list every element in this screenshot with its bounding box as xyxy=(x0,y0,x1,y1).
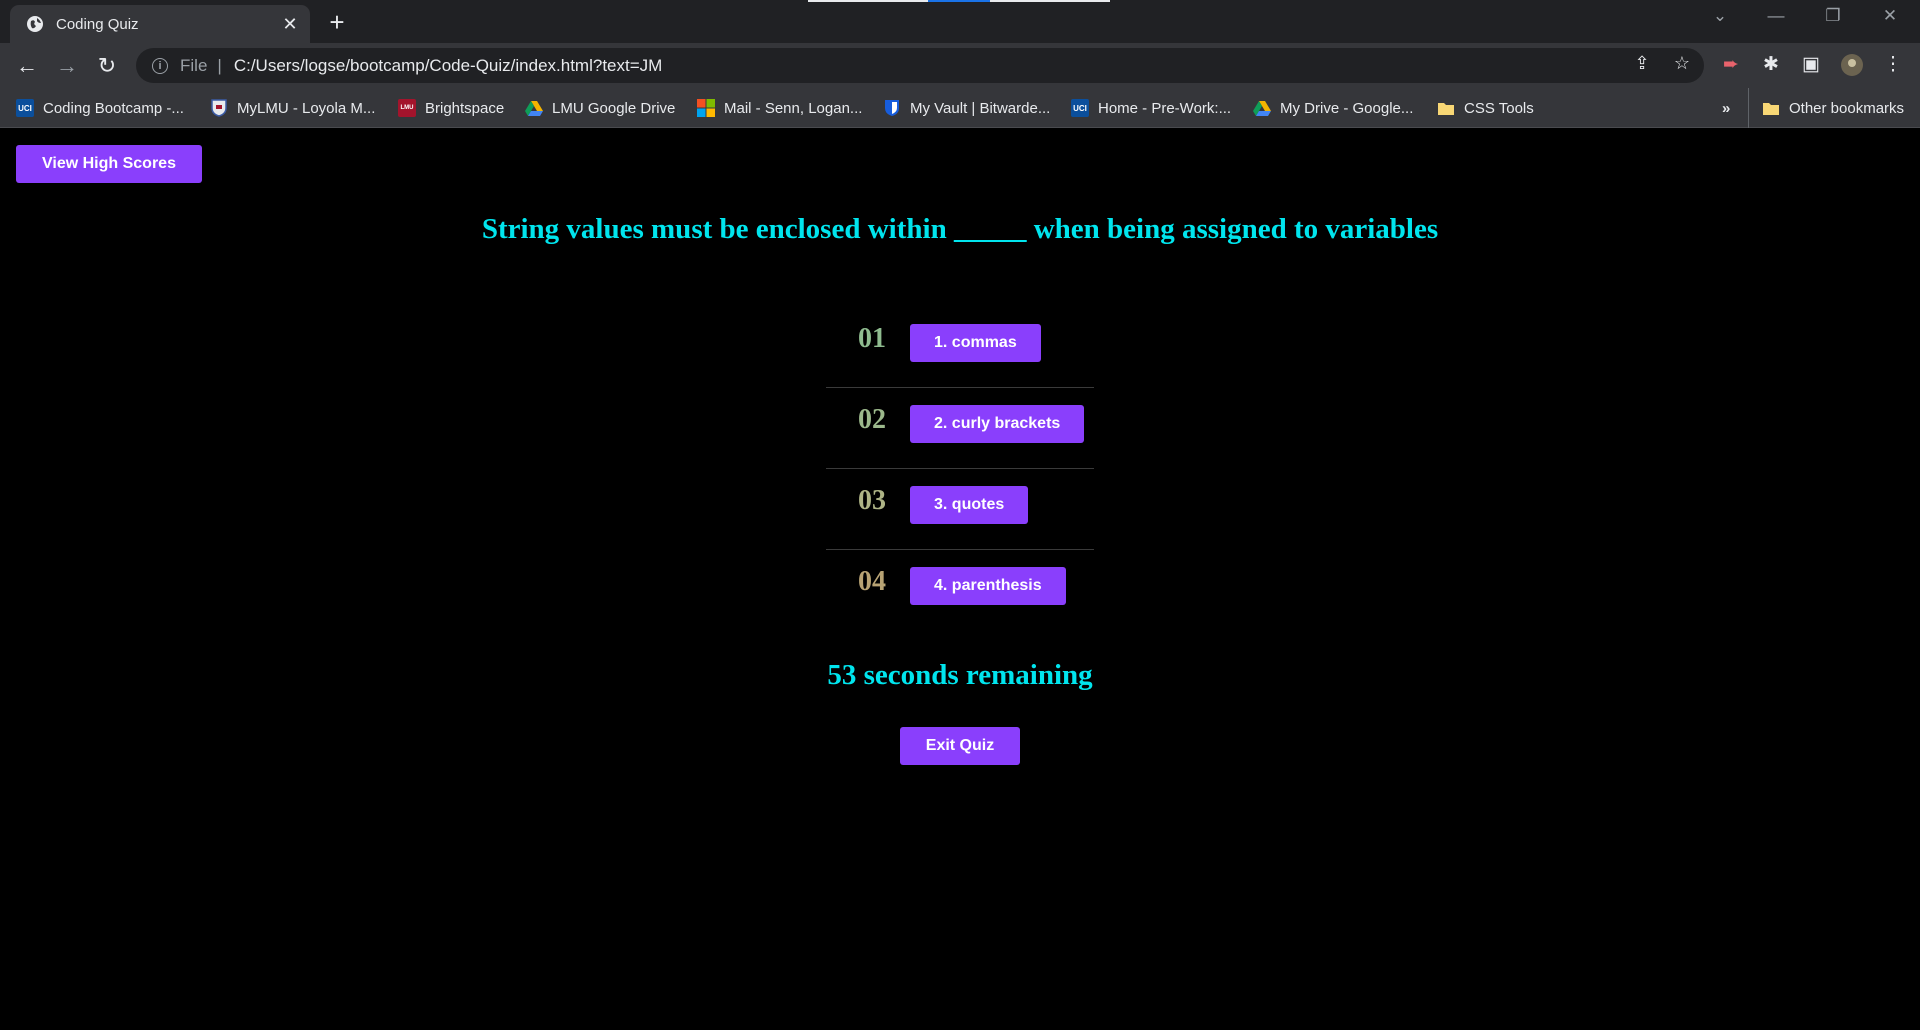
bookmark-label: Home - Pre-Work:... xyxy=(1098,99,1232,117)
choice-number: 01 xyxy=(858,323,886,354)
info-icon[interactable]: i xyxy=(152,57,168,74)
bookmark-label: My Drive - Google... xyxy=(1280,99,1414,117)
bookmark-item[interactable]: LMU Google Drive xyxy=(525,96,675,120)
lmu-shield-icon xyxy=(210,99,228,117)
choice-number: 03 xyxy=(858,485,886,516)
bookmark-item[interactable]: My Drive - Google... xyxy=(1253,96,1413,120)
profile-avatar-icon[interactable] xyxy=(1839,53,1865,83)
globe-icon xyxy=(26,15,44,33)
bitwarden-icon xyxy=(883,99,901,117)
bookmark-label: Coding Bootcamp -... xyxy=(43,99,184,117)
bookmark-item[interactable]: Mail - Senn, Logan... xyxy=(697,96,862,120)
forward-icon[interactable]: → xyxy=(52,51,82,81)
bookmark-label: My Vault | Bitwarde... xyxy=(910,99,1051,117)
view-high-scores-button[interactable]: View High Scores xyxy=(16,145,202,183)
extension-icon[interactable]: ➨ xyxy=(1718,53,1744,76)
bookmark-label: Mail - Senn, Logan... xyxy=(724,99,863,117)
choice-number: 02 xyxy=(858,404,886,435)
uci-icon: UCI xyxy=(16,99,34,117)
back-icon[interactable]: ← xyxy=(12,51,42,81)
choices-list: 01 1. commas 02 2. curly brackets 03 3. … xyxy=(826,307,1094,631)
choice-row: 02 2. curly brackets xyxy=(826,388,1094,469)
bookmark-star-icon[interactable]: ☆ xyxy=(1670,53,1694,74)
close-window-icon[interactable]: ✕ xyxy=(1870,6,1910,26)
choice-button-parenthesis[interactable]: 4. parenthesis xyxy=(910,567,1066,605)
bookmark-item[interactable]: UCI Home - Pre-Work:... xyxy=(1071,96,1231,120)
browser-title-bar: Coding Quiz ✕ + ⌄ — ❐ ✕ xyxy=(0,0,1920,43)
bookmark-label: CSS Tools xyxy=(1464,99,1534,117)
choice-button-quotes[interactable]: 3. quotes xyxy=(910,486,1029,524)
other-bookmarks-label: Other bookmarks xyxy=(1789,99,1905,117)
browser-tab[interactable]: Coding Quiz ✕ xyxy=(10,5,310,43)
url-separator: | xyxy=(217,55,222,75)
google-drive-icon xyxy=(1253,99,1271,117)
bookmark-label: Brightspace xyxy=(425,99,505,117)
reload-icon[interactable]: ↻ xyxy=(92,51,122,81)
bookmark-item[interactable]: LMU Brightspace xyxy=(398,96,504,120)
new-tab-icon[interactable]: + xyxy=(322,8,352,38)
top-strip-indicator xyxy=(808,0,1110,2)
address-bar[interactable]: i File | C:/Users/logse/bootcamp/Code-Qu… xyxy=(136,48,1704,83)
microsoft-icon xyxy=(697,99,715,117)
google-drive-icon xyxy=(525,99,543,117)
exit-quiz-button[interactable]: Exit Quiz xyxy=(900,727,1020,765)
bookmarks-divider xyxy=(1748,88,1749,128)
bookmark-item[interactable]: My Vault | Bitwarde... xyxy=(883,96,1050,120)
bookmark-item[interactable]: CSS Tools xyxy=(1437,96,1534,120)
choice-row: 04 4. parenthesis xyxy=(826,550,1094,631)
restore-icon[interactable]: ❐ xyxy=(1813,6,1853,26)
browser-toolbar: ← → ↻ i File | C:/Users/logse/bootcamp/C… xyxy=(0,43,1920,88)
tab-title: Coding Quiz xyxy=(56,15,139,33)
timer-text: 53 seconds remaining xyxy=(827,659,1093,691)
page-content: View High Scores String values must be e… xyxy=(0,129,1920,1030)
puzzle-icon[interactable]: ✱ xyxy=(1758,53,1784,76)
choice-row: 03 3. quotes xyxy=(826,469,1094,550)
bookmarks-overflow-icon[interactable]: » xyxy=(1722,96,1730,120)
url-scheme: File xyxy=(180,55,208,75)
share-icon[interactable]: ⇪ xyxy=(1630,53,1654,74)
bookmark-label: LMU Google Drive xyxy=(552,99,676,117)
question-text: String values must be enclosed within __… xyxy=(481,213,1439,245)
bookmark-item[interactable]: MyLMU - Loyola M... xyxy=(210,96,375,120)
side-panel-icon[interactable]: ▣ xyxy=(1798,53,1824,76)
choice-row: 01 1. commas xyxy=(826,307,1094,388)
other-bookmarks[interactable]: Other bookmarks xyxy=(1762,96,1904,120)
close-tab-icon[interactable]: ✕ xyxy=(280,14,300,35)
choice-button-curly-brackets[interactable]: 2. curly brackets xyxy=(910,405,1085,443)
bookmark-item[interactable]: UCI Coding Bootcamp -... xyxy=(16,96,184,120)
menu-icon[interactable]: ⋮ xyxy=(1880,53,1906,76)
tab-search-icon[interactable]: ⌄ xyxy=(1700,6,1740,26)
folder-icon xyxy=(1762,99,1780,117)
bookmarks-bar: UCI Coding Bootcamp -... MyLMU - Loyola … xyxy=(0,88,1920,128)
minimize-icon[interactable]: — xyxy=(1756,6,1796,26)
url-text[interactable]: C:/Users/logse/bootcamp/Code-Quiz/index.… xyxy=(234,56,663,76)
lmu-brightspace-icon: LMU xyxy=(398,99,416,117)
folder-icon xyxy=(1437,99,1455,117)
bookmark-label: MyLMU - Loyola M... xyxy=(237,99,376,117)
uci-icon: UCI xyxy=(1071,99,1089,117)
choice-number: 04 xyxy=(858,566,886,597)
choice-button-commas[interactable]: 1. commas xyxy=(910,324,1041,362)
